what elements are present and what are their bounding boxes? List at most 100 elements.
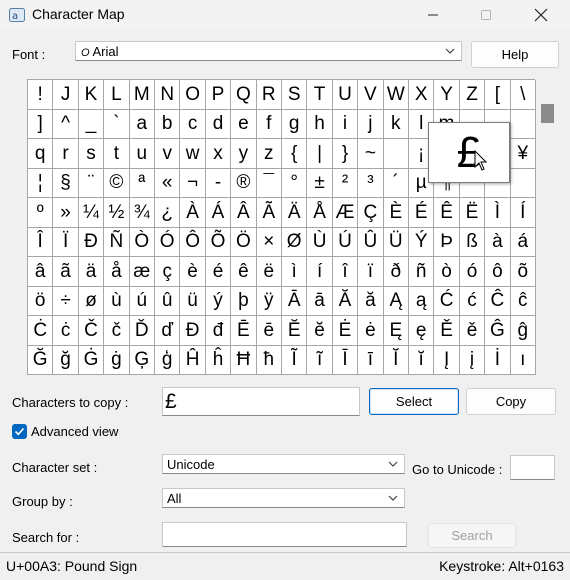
- character-cell[interactable]: č: [104, 316, 130, 346]
- character-cell[interactable]: Đ: [180, 316, 206, 346]
- character-cell[interactable]: ¬: [180, 168, 206, 198]
- character-cell[interactable]: Ç: [358, 198, 384, 228]
- character-cell[interactable]: ¯: [256, 168, 282, 198]
- character-cell[interactable]: ą: [409, 286, 435, 316]
- character-cell[interactable]: Ù: [307, 227, 333, 257]
- character-cell[interactable]: i: [332, 109, 359, 139]
- character-cell[interactable]: Ý: [409, 227, 435, 257]
- character-cell[interactable]: \: [510, 80, 536, 110]
- character-cell[interactable]: É: [409, 198, 435, 228]
- title-bar[interactable]: a Character Map: [0, 0, 570, 30]
- character-cell[interactable]: ä: [78, 257, 105, 287]
- character-cell[interactable]: å: [104, 257, 130, 287]
- character-cell[interactable]: y: [231, 139, 257, 169]
- character-cell[interactable]: ½: [104, 198, 130, 228]
- character-cell[interactable]: ĕ: [307, 316, 333, 346]
- character-cell[interactable]: Ĩ: [282, 345, 308, 375]
- character-set-dropdown[interactable]: Unicode: [162, 454, 405, 474]
- character-cell[interactable]: Ā: [282, 286, 308, 316]
- character-cell[interactable]: q: [28, 139, 54, 169]
- character-cell[interactable]: Ä: [282, 198, 308, 228]
- character-cell[interactable]: ß: [459, 227, 486, 257]
- character-cell[interactable]: ă: [358, 286, 384, 316]
- character-cell[interactable]: õ: [510, 257, 536, 287]
- character-cell[interactable]: æ: [129, 257, 155, 287]
- character-cell[interactable]: ¿: [155, 198, 181, 228]
- character-cell[interactable]: ÿ: [256, 286, 282, 316]
- go-to-unicode-input[interactable]: [510, 455, 555, 480]
- character-cell[interactable]: h: [307, 109, 333, 139]
- character-cell[interactable]: Þ: [434, 227, 460, 257]
- character-cell[interactable]: f: [256, 109, 282, 139]
- character-cell[interactable]: ò: [434, 257, 460, 287]
- character-cell[interactable]: Ē: [231, 316, 257, 346]
- character-cell[interactable]: ï: [358, 257, 384, 287]
- character-cell[interactable]: Ĕ: [282, 316, 308, 346]
- character-cell[interactable]: ġ: [104, 345, 130, 375]
- character-cell[interactable]: ı: [510, 345, 536, 375]
- character-cell[interactable]: Ī: [332, 345, 359, 375]
- character-cell[interactable]: c: [180, 109, 206, 139]
- character-cell[interactable]: ³: [358, 168, 384, 198]
- character-cell[interactable]: Ė: [332, 316, 359, 346]
- character-cell[interactable]: đ: [205, 316, 232, 346]
- character-cell[interactable]: ô: [485, 257, 511, 287]
- character-cell[interactable]: ě: [459, 316, 486, 346]
- character-cell[interactable]: Ë: [459, 198, 486, 228]
- character-cell[interactable]: Ã: [256, 198, 282, 228]
- character-cell[interactable]: Ď: [129, 316, 155, 346]
- character-cell[interactable]: ĉ: [510, 286, 536, 316]
- character-cell[interactable]: ]: [28, 109, 54, 139]
- character-cell[interactable]: k: [383, 109, 409, 139]
- character-cell[interactable]: Ĭ: [383, 345, 409, 375]
- character-cell[interactable]: ¾: [129, 198, 155, 228]
- character-cell[interactable]: Ă: [332, 286, 359, 316]
- character-cell[interactable]: P: [205, 80, 232, 110]
- character-cell[interactable]: â: [28, 257, 54, 287]
- character-cell[interactable]: ç: [155, 257, 181, 287]
- character-cell[interactable]: Á: [205, 198, 232, 228]
- character-cell[interactable]: Æ: [332, 198, 359, 228]
- character-cell[interactable]: [510, 168, 536, 198]
- character-cell[interactable]: Û: [358, 227, 384, 257]
- character-cell[interactable]: Ą: [383, 286, 409, 316]
- scrollbar-thumb[interactable]: [541, 104, 554, 123]
- character-cell[interactable]: d: [205, 109, 232, 139]
- character-cell[interactable]: ©: [104, 168, 130, 198]
- character-cell[interactable]: ú: [129, 286, 155, 316]
- character-cell[interactable]: U: [332, 80, 359, 110]
- character-cell[interactable]: Ċ: [28, 316, 54, 346]
- character-cell[interactable]: Ě: [434, 316, 460, 346]
- character-cell[interactable]: Ö: [231, 227, 257, 257]
- character-cell[interactable]: ģ: [155, 345, 181, 375]
- character-cell[interactable]: ÷: [53, 286, 79, 316]
- character-cell[interactable]: Ü: [383, 227, 409, 257]
- character-cell[interactable]: Ġ: [78, 345, 105, 375]
- character-cell[interactable]: ê: [231, 257, 257, 287]
- character-cell[interactable]: }: [332, 139, 359, 169]
- character-cell[interactable]: N: [155, 80, 181, 110]
- character-cell[interactable]: ī: [358, 345, 384, 375]
- character-cell[interactable]: Ô: [180, 227, 206, 257]
- character-cell[interactable]: İ: [485, 345, 511, 375]
- character-cell[interactable]: ñ: [409, 257, 435, 287]
- character-cell[interactable]: [510, 109, 536, 139]
- character-cell[interactable]: ë: [256, 257, 282, 287]
- character-cell[interactable]: ĩ: [307, 345, 333, 375]
- character-cell[interactable]: -: [205, 168, 232, 198]
- character-cell[interactable]: §: [53, 168, 79, 198]
- character-cell[interactable]: ¥: [510, 139, 536, 169]
- character-cell[interactable]: {: [282, 139, 308, 169]
- character-cell[interactable]: Î: [28, 227, 54, 257]
- grid-scrollbar[interactable]: [536, 79, 557, 375]
- character-cell[interactable]: Ï: [53, 227, 79, 257]
- character-cell[interactable]: í: [307, 257, 333, 287]
- character-cell[interactable]: ×: [256, 227, 282, 257]
- character-cell[interactable]: à: [485, 227, 511, 257]
- character-cell[interactable]: W: [383, 80, 409, 110]
- character-cell[interactable]: [383, 139, 409, 169]
- character-cell[interactable]: Ê: [434, 198, 460, 228]
- character-cell[interactable]: ö: [28, 286, 54, 316]
- character-cell[interactable]: ý: [205, 286, 232, 316]
- character-cell[interactable]: ħ: [256, 345, 282, 375]
